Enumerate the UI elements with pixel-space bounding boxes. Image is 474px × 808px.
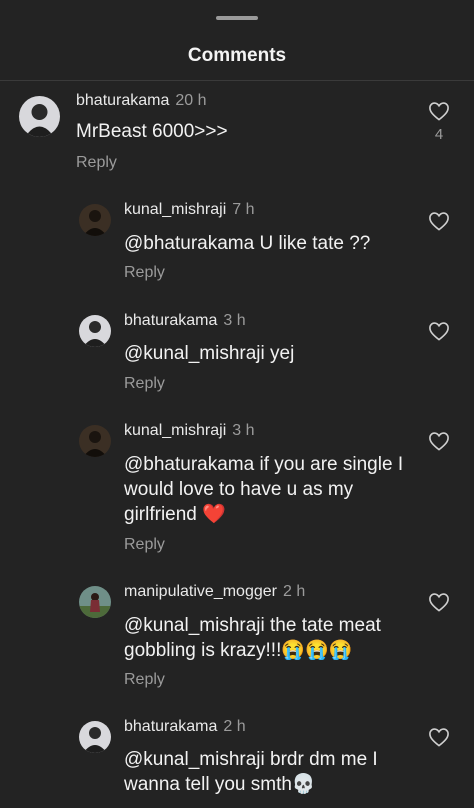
reply-button[interactable]: Reply	[124, 671, 165, 689]
reply-button[interactable]: Reply	[124, 264, 165, 282]
comment-meta: manipulative_mogger 2 h	[124, 583, 305, 601]
heart-outline-icon[interactable]	[428, 321, 450, 341]
avatar[interactable]	[79, 315, 111, 347]
avatar[interactable]	[79, 425, 111, 457]
timestamp: 20 h	[175, 92, 207, 109]
comment-text: @bhaturakama if you are single I would l…	[124, 454, 404, 525]
reply-button[interactable]: Reply	[124, 536, 165, 554]
timestamp: 2 h	[223, 718, 246, 735]
avatar[interactable]	[79, 721, 111, 753]
username[interactable]: bhaturakama	[124, 718, 217, 735]
comment-text: @kunal_mishraji yej	[124, 343, 295, 364]
timestamp: 7 h	[232, 201, 255, 218]
timestamp: 3 h	[223, 312, 246, 329]
like-count: 4	[434, 126, 444, 143]
username[interactable]: kunal_mishraji	[124, 201, 226, 218]
avatar[interactable]	[19, 96, 60, 137]
header-divider	[0, 80, 474, 81]
heart-outline-icon[interactable]	[428, 431, 450, 451]
comment-text: MrBeast 6000>>>	[76, 121, 228, 142]
heart-outline-icon[interactable]	[428, 592, 450, 612]
comments-sheet: Comments bhaturakama 20 h MrBeast 6000>>>…	[0, 0, 474, 808]
heart-outline-icon[interactable]	[428, 101, 450, 121]
reply-button[interactable]: Reply	[124, 375, 165, 393]
avatar[interactable]	[79, 204, 111, 236]
username[interactable]: bhaturakama	[124, 312, 217, 329]
comment-meta: kunal_mishraji 7 h	[124, 201, 255, 219]
comment-meta: bhaturakama 20 h	[76, 92, 207, 110]
comment-text: @kunal_mishraji the tate meat gobbling i…	[124, 615, 381, 661]
avatar[interactable]	[79, 586, 111, 618]
comment-text: @kunal_mishraji brdr dm me I wanna tell …	[124, 749, 378, 795]
heart-outline-icon[interactable]	[428, 727, 450, 747]
page-title: Comments	[187, 45, 287, 66]
username[interactable]: kunal_mishraji	[124, 422, 226, 439]
timestamp: 3 h	[232, 422, 255, 439]
comment-meta: bhaturakama 3 h	[124, 312, 246, 330]
reply-button[interactable]: Reply	[76, 154, 117, 172]
username[interactable]: bhaturakama	[76, 92, 169, 109]
comment-meta: kunal_mishraji 3 h	[124, 422, 255, 440]
drag-handle[interactable]	[216, 16, 258, 20]
heart-outline-icon[interactable]	[428, 211, 450, 231]
timestamp: 2 h	[282, 583, 306, 600]
username[interactable]: manipulative_mogger	[124, 583, 277, 600]
comment-meta: bhaturakama 2 h	[124, 718, 246, 736]
comment-text: @bhaturakama U like tate ??	[124, 233, 371, 254]
